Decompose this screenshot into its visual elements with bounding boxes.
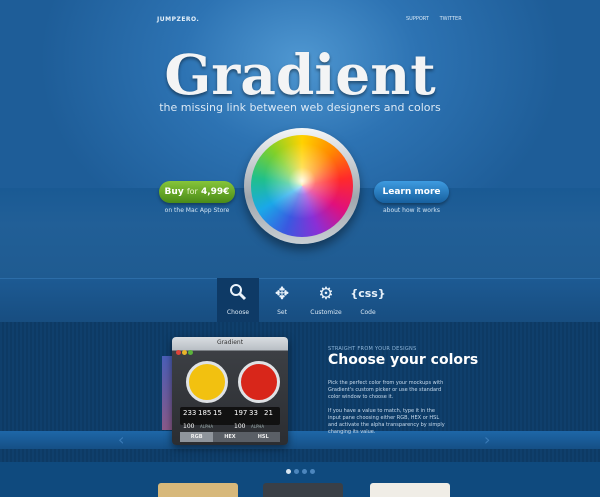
preview-thumb-1[interactable] (158, 483, 238, 497)
color-wheel (251, 135, 353, 237)
left-g[interactable]: 185 (198, 409, 211, 417)
next-arrow-icon[interactable]: › (484, 430, 490, 449)
buy-button[interactable]: Buy for 4,99€ (159, 181, 235, 203)
minimize-icon[interactable] (182, 350, 187, 355)
feature-paragraph-1: Pick the perfect color from your mockups… (328, 380, 444, 400)
nav-label-choose: Choose (226, 309, 250, 316)
preview-thumb-3[interactable] (370, 483, 450, 497)
color-swatch-yellow[interactable] (186, 361, 228, 403)
color-orb-icon (244, 128, 360, 244)
page-subtitle: the missing link between web designers a… (159, 101, 441, 114)
support-link[interactable]: SUPPORT (406, 16, 429, 22)
zoom-icon[interactable] (188, 350, 193, 355)
left-b[interactable]: 15 (213, 409, 222, 417)
left-r[interactable]: 233 (183, 409, 196, 417)
buy-caption: on the Mac App Store (164, 207, 230, 214)
nav-item-code[interactable]: {css} Code (343, 283, 393, 316)
window-title: Gradient (216, 339, 244, 346)
color-swatch-red[interactable] (238, 361, 280, 403)
slider-dot[interactable] (294, 469, 299, 474)
css-icon: {css} (350, 287, 386, 300)
twitter-link[interactable]: TWITTER (440, 16, 462, 22)
right-g[interactable]: 33 (249, 409, 258, 417)
page-title: Gradient (164, 42, 436, 107)
alpha-row: 100 ALPHA 100 ALPHA (180, 423, 280, 431)
close-icon[interactable] (176, 350, 181, 355)
preview-thumb-2[interactable] (263, 483, 343, 497)
tab-hsl[interactable]: HSL (246, 432, 280, 442)
slider-dot[interactable] (286, 469, 291, 474)
slider-dots (286, 459, 318, 478)
feature-paragraph-2: If you have a value to match, type it in… (328, 408, 445, 435)
nav-item-set[interactable]: ✥ Set (257, 283, 307, 316)
right-r[interactable]: 197 (234, 409, 247, 417)
move-icon: ✥ (274, 284, 290, 304)
nav-label-set: Set (277, 309, 287, 316)
buy-for: for (186, 187, 198, 196)
tab-rgb[interactable]: RGB (180, 432, 214, 442)
app-window: Gradient 233 185 15 197 33 21 100 ALPHA … (172, 337, 288, 445)
top-links: SUPPORT TWITTER (406, 16, 471, 22)
left-alpha-label: ALPHA (200, 424, 214, 429)
prev-arrow-icon[interactable]: ‹ (118, 430, 124, 449)
search-icon (213, 283, 263, 305)
brand-logo[interactable]: JUMPZERO. (157, 16, 199, 23)
buy-price: 4,99€ (200, 187, 230, 197)
right-alpha-label: ALPHA (251, 424, 265, 429)
buy-label: Buy (164, 187, 184, 197)
nav-item-choose[interactable]: Choose (213, 283, 263, 316)
nav-label-code: Code (360, 309, 376, 316)
showcase-stripe (0, 431, 600, 449)
left-alpha[interactable]: 100 (183, 423, 194, 430)
learn-more-caption: about how it works (382, 207, 441, 214)
learn-more-button[interactable]: Learn more (374, 181, 449, 203)
mode-tabs: RGB HEX HSL (180, 432, 280, 442)
feature-heading: Choose your colors (328, 352, 479, 368)
right-b[interactable]: 21 (264, 409, 273, 417)
slider-dot[interactable] (310, 469, 315, 474)
right-alpha[interactable]: 100 (234, 423, 245, 430)
slider-dot[interactable] (302, 469, 307, 474)
tab-hex[interactable]: HEX (213, 432, 247, 442)
